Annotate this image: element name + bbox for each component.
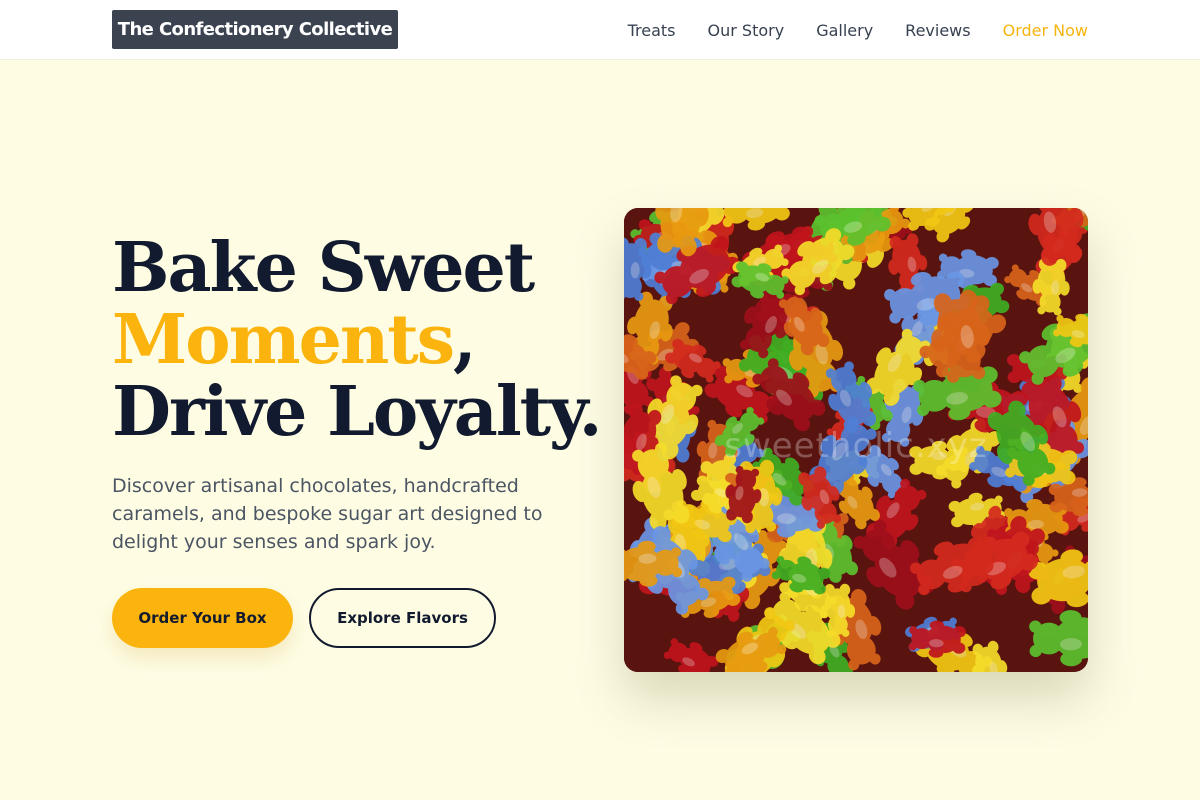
main-nav: Treats Our Story Gallery Reviews Order N… (628, 0, 1088, 60)
nav-reviews[interactable]: Reviews (905, 21, 970, 40)
headline-line-2: Moments, (112, 304, 600, 376)
hero-headline: Bake Sweet Moments, Drive Loyalty. (112, 228, 602, 452)
headline-accent-word: Moments (112, 300, 455, 380)
order-your-box-button[interactable]: Order Your Box (112, 588, 293, 648)
headline-comma: , (452, 300, 477, 380)
nav-treats[interactable]: Treats (628, 21, 676, 40)
headline-line-3: Drive Loyalty. (112, 372, 602, 452)
hero-subtext: Discover artisanal chocolates, handcraft… (112, 475, 543, 553)
gummy-bears-illustration (624, 208, 1088, 672)
brand-logo[interactable]: The Confectionery Collective (112, 10, 398, 49)
site-header: The Confectionery Collective Treats Our … (0, 0, 1200, 60)
gummy-bears-image: sweetholic.xyz (624, 208, 1088, 672)
explore-flavors-button[interactable]: Explore Flavors (309, 588, 496, 648)
nav-our-story[interactable]: Our Story (708, 21, 785, 40)
headline-line-1: Bake Sweet (112, 228, 535, 308)
nav-order-now[interactable]: Order Now (1003, 21, 1088, 40)
nav-gallery[interactable]: Gallery (816, 21, 873, 40)
